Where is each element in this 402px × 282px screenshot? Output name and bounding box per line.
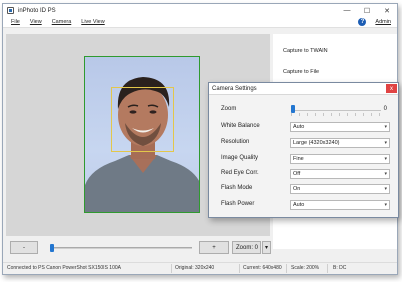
- menu-view[interactable]: View: [25, 19, 47, 25]
- dialog-close-button[interactable]: x: [386, 84, 397, 93]
- setting-label: Resolution: [221, 139, 250, 145]
- zoom-slider[interactable]: [50, 244, 192, 252]
- chevron-down-icon: ▾: [384, 202, 387, 208]
- camera-settings-dialog: Camera Settings x Zoom 0 White Balance A…: [208, 82, 399, 218]
- chevron-down-icon: ▾: [384, 140, 387, 146]
- setting-row-white-balance: White Balance Auto ▾: [221, 122, 391, 132]
- status-divider: [171, 264, 172, 273]
- resolution-select[interactable]: Large (4320x3240) ▾: [290, 138, 390, 148]
- setting-label: Image Quality: [221, 155, 259, 161]
- white-balance-select[interactable]: Auto ▾: [290, 122, 390, 132]
- zoom-toolbar: - + Zoom: 0 ▾: [6, 237, 271, 259]
- select-value: Fine: [293, 156, 304, 162]
- chevron-down-icon: ▾: [384, 156, 387, 162]
- setting-row-image-quality: Image Quality Fine ▾: [221, 154, 391, 164]
- dialog-title: Camera Settings x: [209, 83, 398, 95]
- close-window-button[interactable]: ✕: [377, 4, 397, 17]
- zoom-value: 0: [383, 106, 387, 112]
- menu-right: ? Admin: [358, 18, 391, 26]
- window-title: inPhoto ID PS: [18, 7, 56, 14]
- select-value: Off: [293, 171, 301, 177]
- status-divider: [286, 264, 287, 273]
- menu-file[interactable]: File: [6, 19, 25, 25]
- image-quality-select[interactable]: Fine ▾: [290, 154, 390, 164]
- admin-link[interactable]: Admin: [375, 19, 391, 25]
- zoom-label: Zoom: [221, 106, 237, 112]
- setting-label: White Balance: [221, 123, 260, 129]
- zoom-ticks: [291, 113, 381, 116]
- menu-live-view[interactable]: Live View: [76, 19, 109, 25]
- capture-to-file-button[interactable]: Capture to File: [283, 69, 319, 75]
- setting-row-red-eye: Red Eye Corr. Off ▾: [221, 169, 391, 179]
- status-current: Current: 640x480: [243, 265, 282, 271]
- menu-bar: File View Camera Live View ? Admin: [3, 17, 397, 28]
- menu-camera[interactable]: Camera: [47, 19, 77, 25]
- red-eye-select[interactable]: Off ▾: [290, 169, 390, 179]
- app-logo-icon: [7, 7, 14, 14]
- status-bar: Connected to PS Canon PowerShot SX150IS …: [3, 262, 397, 274]
- select-value: On: [293, 186, 301, 192]
- chevron-down-icon: ▾: [384, 124, 387, 130]
- setting-label: Flash Mode: [221, 185, 253, 191]
- zoom-out-button[interactable]: -: [10, 241, 38, 254]
- status-mode: B: DC: [333, 265, 347, 271]
- camera-zoom-thumb[interactable]: [291, 105, 295, 113]
- zoom-row: Zoom 0: [221, 105, 391, 116]
- zoom-slider-thumb[interactable]: [50, 244, 54, 252]
- minimize-button[interactable]: —: [337, 4, 357, 17]
- select-value: Large (4320x3240): [293, 140, 340, 146]
- window-controls: — ☐ ✕: [337, 4, 397, 17]
- status-connection: Connected to PS Canon PowerShot SX150IS …: [7, 265, 121, 271]
- select-value: Auto: [293, 202, 305, 208]
- select-value: Auto: [293, 124, 305, 130]
- title-bar: inPhoto ID PS — ☐ ✕: [3, 4, 397, 17]
- maximize-button[interactable]: ☐: [357, 4, 377, 17]
- help-icon[interactable]: ?: [358, 18, 367, 26]
- dialog-title-text: Camera Settings: [212, 86, 257, 92]
- flash-power-select[interactable]: Auto ▾: [290, 200, 390, 210]
- zoom-in-button[interactable]: +: [199, 241, 229, 254]
- status-scale: Scale: 200%: [291, 265, 320, 271]
- setting-label: Red Eye Corr.: [221, 170, 259, 176]
- face-detection-box: [111, 87, 174, 152]
- capture-to-twain-button[interactable]: Capture to TWAIN: [283, 48, 328, 54]
- chevron-down-icon: ▾: [384, 171, 387, 177]
- status-divider: [327, 264, 328, 273]
- camera-zoom-slider[interactable]: [291, 110, 381, 111]
- setting-row-flash-mode: Flash Mode On ▾: [221, 184, 391, 194]
- chevron-down-icon: ▾: [384, 186, 387, 192]
- zoom-dropdown-button[interactable]: ▾: [262, 241, 271, 254]
- zoom-level-display[interactable]: Zoom: 0: [232, 241, 261, 254]
- status-divider: [239, 264, 240, 273]
- setting-row-flash-power: Flash Power Auto ▾: [221, 200, 391, 210]
- setting-row-resolution: Resolution Large (4320x3240) ▾: [221, 138, 391, 148]
- setting-label: Flash Power: [221, 201, 255, 207]
- flash-mode-select[interactable]: On ▾: [290, 184, 390, 194]
- status-original: Original: 320x240: [175, 265, 215, 271]
